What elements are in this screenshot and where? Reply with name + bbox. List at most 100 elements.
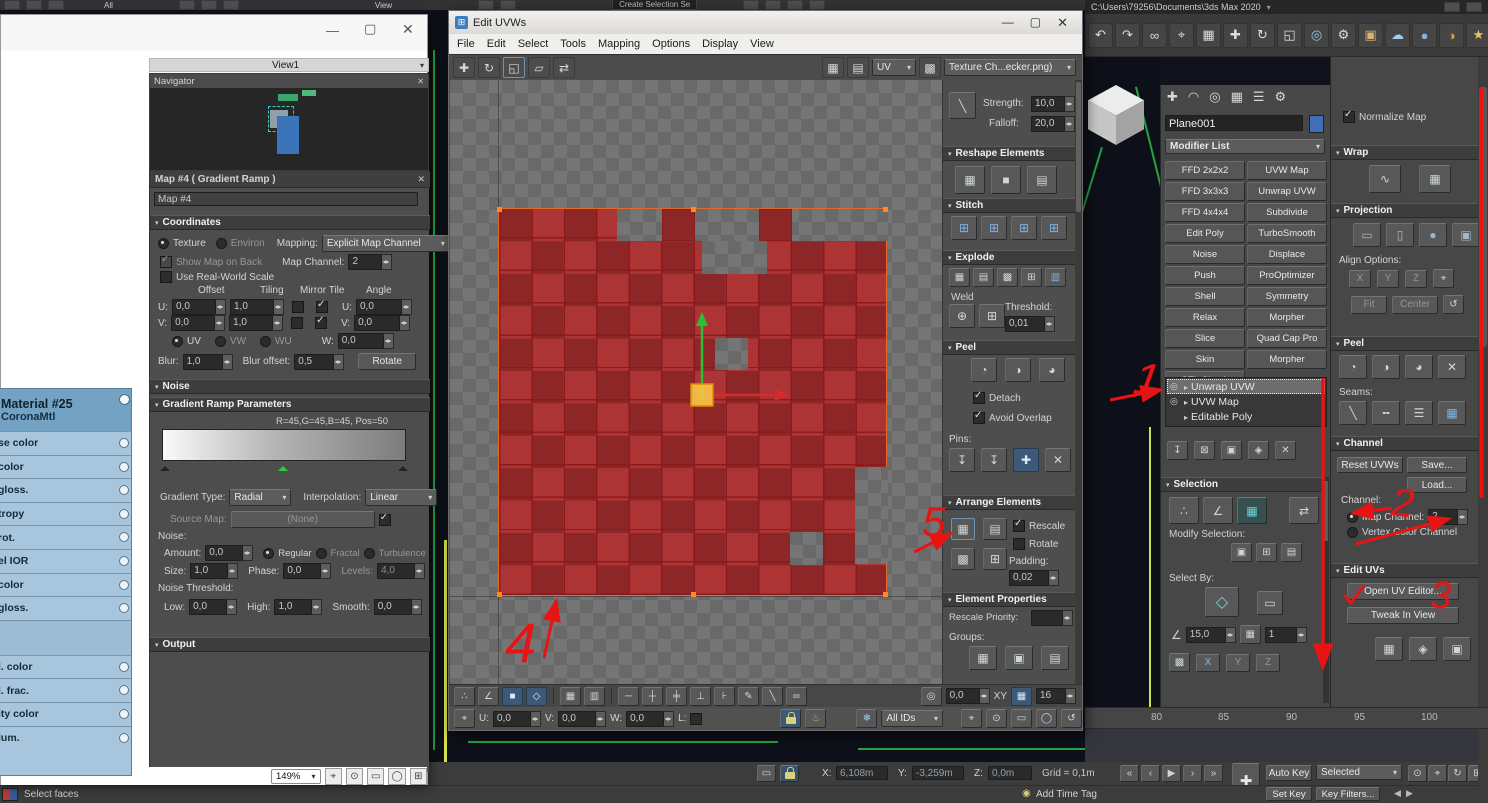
reset-peel-icon[interactable] — [1438, 355, 1466, 379]
v-mirror-checkbox[interactable] — [291, 317, 303, 329]
material-slot[interactable]: color — [0, 455, 131, 479]
zoom-icon[interactable] — [1408, 765, 1427, 782]
rollout-peel[interactable]: Peel — [1331, 336, 1479, 351]
view-dropdown[interactable]: View — [375, 1, 392, 10]
weld-target-icon[interactable] — [979, 304, 1005, 328]
rotate-angle-spinner[interactable]: 0,0 — [946, 688, 990, 704]
menu-item[interactable]: Edit — [487, 38, 506, 50]
modifier-button[interactable]: Slice — [1165, 329, 1245, 348]
project-path-dropdown[interactable]: C:\Users\79256\Documents\3ds Max 2020 — [1091, 2, 1261, 12]
pelt-map-icon[interactable] — [1405, 355, 1433, 379]
explode-face-icon[interactable] — [997, 268, 1018, 287]
layer-manager-icon[interactable] — [1358, 23, 1383, 48]
zoom-region-icon[interactable] — [367, 768, 384, 785]
workspace-icon[interactable] — [1466, 2, 1482, 12]
rotate-checkbox[interactable] — [1013, 538, 1025, 550]
z-axis-button[interactable]: Z — [1256, 654, 1280, 672]
best-align-icon[interactable] — [1433, 269, 1454, 288]
texture-radio[interactable] — [158, 238, 169, 249]
modifier-button[interactable]: Noise — [1165, 245, 1245, 264]
outer-scrollbar[interactable] — [1478, 57, 1488, 803]
shrink-selection-icon[interactable] — [1256, 543, 1277, 562]
w-angle-spinner[interactable]: 0,0 — [338, 333, 394, 349]
planar-angle-spinner[interactable]: 15,0 — [1186, 627, 1236, 643]
x-coord-field[interactable]: 6,108m — [836, 766, 888, 780]
uv-freeform-icon[interactable] — [528, 57, 550, 78]
modifier-button[interactable]: Morpher — [1247, 308, 1327, 327]
gradient-flag-left[interactable] — [160, 461, 170, 471]
v-tiling-spinner[interactable]: 1,0 — [229, 315, 283, 331]
viewcube[interactable] — [1088, 85, 1144, 145]
rollout-output[interactable]: Output — [150, 637, 430, 652]
grid-size-spinner[interactable]: 16 — [1036, 688, 1076, 704]
toolbar-icon[interactable] — [809, 0, 825, 10]
planar-select-icon[interactable] — [1169, 653, 1190, 672]
select-object-icon[interactable] — [1169, 23, 1194, 48]
modifier-button[interactable]: FFD 2x2x2 — [1165, 161, 1245, 180]
tab-modify-icon[interactable]: ◠ — [1188, 89, 1199, 105]
rollout-explode[interactable]: Explode — [943, 250, 1076, 265]
grow-selection-icon[interactable] — [1231, 543, 1252, 562]
modifier-button[interactable]: Quad Cap Pro — [1247, 329, 1327, 348]
u-offset-spinner[interactable]: 0,0 — [172, 299, 226, 315]
absolute-mode-icon[interactable] — [454, 709, 475, 728]
uv-rotate-icon[interactable] — [478, 57, 500, 78]
edit-seams-icon[interactable] — [1339, 401, 1367, 425]
tab-create-icon[interactable]: ✚ — [1167, 89, 1178, 105]
view-tab-label[interactable]: View1 — [272, 60, 299, 71]
modifier-button[interactable]: FFD 4x4x4 — [1165, 203, 1245, 222]
modifier-button[interactable]: Relax — [1165, 308, 1245, 327]
prev-key-icon[interactable]: ◀ — [1394, 788, 1401, 799]
orbit-icon[interactable] — [1448, 765, 1467, 782]
align-y-button[interactable]: Y — [1377, 270, 1399, 288]
close-icon[interactable]: ✕ — [1057, 15, 1068, 31]
rescale-checkbox[interactable] — [1013, 520, 1025, 532]
rotate-icon[interactable] — [1250, 23, 1275, 48]
make-unique-icon[interactable] — [1221, 441, 1242, 460]
linear-align-icon[interactable] — [762, 687, 783, 706]
y-coord-field[interactable]: -3,259m — [912, 766, 964, 780]
toolbar-icon[interactable] — [223, 0, 239, 10]
normalize-map-checkbox[interactable] — [1343, 111, 1355, 123]
align-z-button[interactable]: Z — [1405, 270, 1427, 288]
rollout-selection[interactable]: Selection — [1161, 477, 1324, 492]
vertex-mode-icon[interactable] — [454, 687, 475, 706]
eye-icon[interactable] — [1170, 396, 1181, 407]
convert-edge-to-seam-icon[interactable] — [1405, 401, 1433, 425]
matid-spinner[interactable]: 1 — [1265, 627, 1307, 643]
source-map-button[interactable]: (None) — [231, 511, 375, 528]
avoid-overlap-checkbox[interactable] — [973, 412, 985, 424]
zoom-icon[interactable] — [346, 768, 363, 785]
v-offset-spinner[interactable]: 0,0 — [171, 315, 225, 331]
modifier-stack-row[interactable]: UVW Map — [1167, 394, 1325, 409]
show-end-result-icon[interactable] — [1194, 441, 1215, 460]
create-selection-set-field[interactable]: Create Selection Se — [612, 0, 697, 10]
rollout-projection[interactable]: Projection — [1331, 203, 1479, 218]
polygon-select-icon[interactable] — [1237, 497, 1267, 524]
uv-canvas[interactable] — [450, 80, 942, 684]
rescale-priority-spinner[interactable] — [1031, 610, 1073, 626]
close-icon[interactable]: ✕ — [417, 77, 424, 86]
clear-pins-icon[interactable] — [1045, 448, 1071, 472]
toolbar-icon[interactable] — [787, 0, 803, 10]
vertex-color-radio[interactable] — [1347, 527, 1358, 538]
quick-peel-icon[interactable] — [1339, 355, 1367, 379]
selection-set-dropdown[interactable]: Selected — [1316, 765, 1402, 780]
redo-icon[interactable] — [1115, 23, 1140, 48]
pan-view-icon[interactable] — [1428, 765, 1447, 782]
modifier-stack-row[interactable]: Editable Poly — [1167, 409, 1325, 424]
uv-mirror-icon[interactable] — [553, 57, 575, 78]
material-slot[interactable]: l. frac. — [0, 678, 131, 702]
toolbar-icon[interactable] — [500, 0, 516, 10]
pin-move-icon[interactable] — [1013, 448, 1039, 472]
fractal-radio[interactable] — [316, 548, 327, 559]
modifier-button[interactable]: Symmetry — [1247, 287, 1327, 306]
modifier-list-dropdown[interactable]: Modifier List — [1165, 139, 1325, 154]
map-channel-spinner[interactable]: 2 — [348, 254, 392, 270]
matid-icon[interactable] — [1240, 625, 1261, 644]
gradient-ramp-bar[interactable] — [162, 429, 406, 461]
spinner-arrows[interactable] — [382, 254, 392, 270]
material-editor-titlebar[interactable]: — ▢ ✕ — [1, 15, 427, 51]
material-slot[interactable]: ity color — [0, 702, 131, 726]
material-slot[interactable]: tropy — [0, 502, 131, 526]
